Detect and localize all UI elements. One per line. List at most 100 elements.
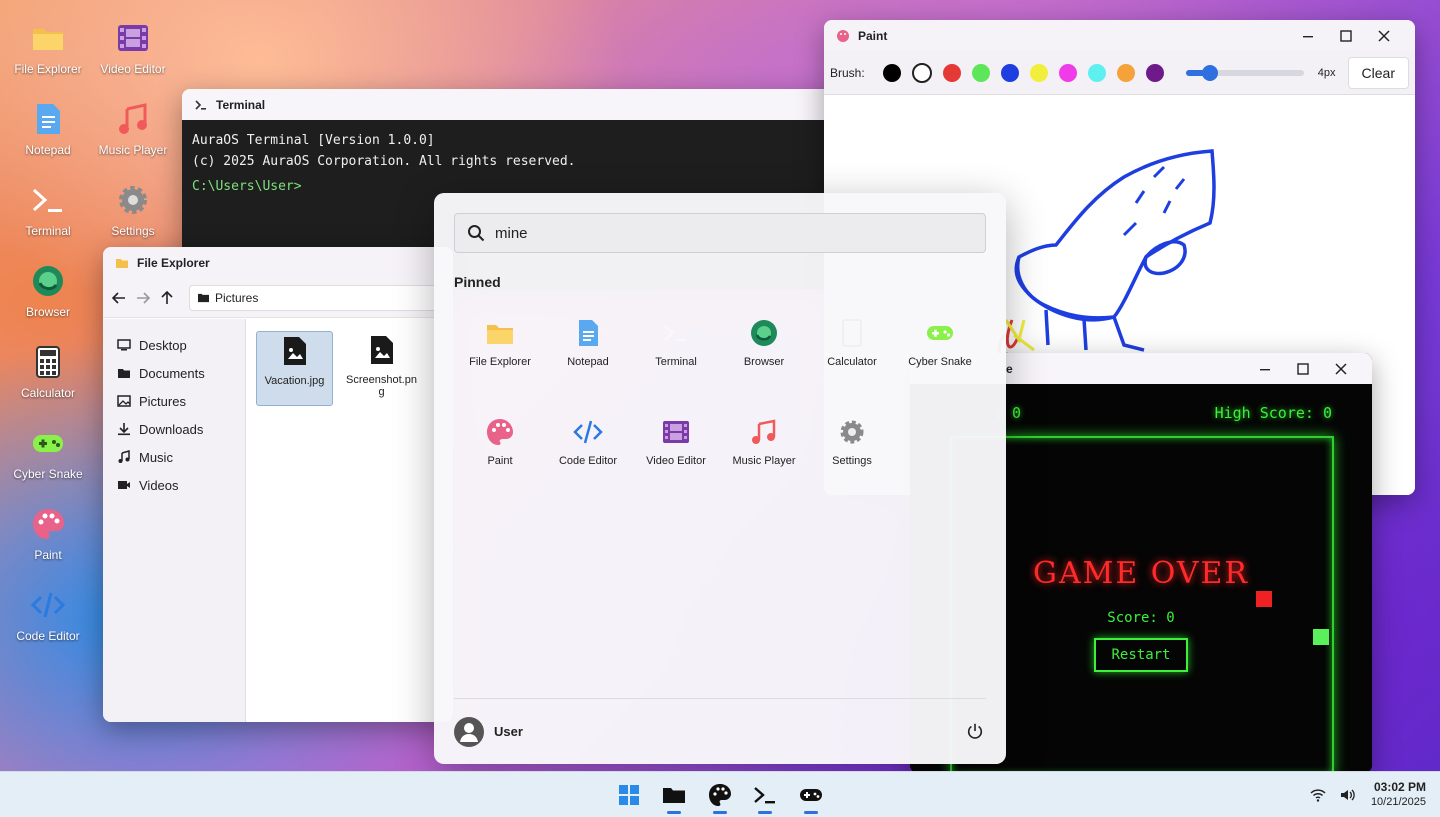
image-file-icon <box>370 336 393 364</box>
search-input[interactable]: mine <box>495 225 528 242</box>
terminal-icon <box>754 787 775 804</box>
slider-knob[interactable] <box>1201 64 1218 81</box>
sidebar-item-pictures[interactable]: Pictures <box>103 387 245 415</box>
color-swatch[interactable] <box>1087 63 1106 82</box>
avatar[interactable] <box>454 716 484 747</box>
taskbar-cyber-snake[interactable] <box>798 782 824 814</box>
terminal-titlebar[interactable]: Terminal <box>182 89 882 120</box>
sidebar-item-music[interactable]: Music <box>103 443 245 471</box>
wifi-icon[interactable] <box>1310 787 1326 803</box>
color-swatch[interactable] <box>1116 63 1135 82</box>
color-swatch[interactable] <box>1058 63 1077 82</box>
color-swatch[interactable] <box>942 63 961 82</box>
taskbar-paint[interactable] <box>707 782 733 814</box>
minimize-button[interactable] <box>1246 353 1284 384</box>
color-swatch[interactable] <box>1000 63 1019 82</box>
desktop-icon-label: Video Editor <box>100 62 166 76</box>
close-button[interactable] <box>1365 20 1403 51</box>
brush-size-slider[interactable] <box>1185 64 1304 81</box>
desktop-icon-file-explorer[interactable]: File Explorer <box>2 18 94 76</box>
pinned-app-paint[interactable]: Paint <box>460 416 540 469</box>
power-button[interactable] <box>966 722 986 742</box>
palette-icon <box>836 29 850 43</box>
pinned-app-calculator[interactable]: Calculator <box>812 317 892 370</box>
desktop-icon-label: Music Player <box>98 143 168 157</box>
color-swatch[interactable] <box>1029 63 1048 82</box>
pinned-app-browser[interactable]: Browser <box>724 317 804 370</box>
pinned-app-cyber-snake[interactable]: Cyber Snake <box>900 317 980 370</box>
desktop-icon-music-player[interactable]: Music Player <box>87 99 179 157</box>
desktop-icon-code-editor[interactable]: Code Editor <box>2 585 94 643</box>
search-icon <box>468 225 485 242</box>
address-bar[interactable]: Pictures <box>189 284 445 311</box>
explorer-sidebar: Desktop Documents Pictures Downloads Mus… <box>103 319 246 722</box>
taskbar-file-explorer[interactable] <box>661 782 687 814</box>
desktop-icon-label: File Explorer <box>14 62 82 76</box>
start-search-box[interactable]: mine <box>454 213 986 253</box>
desktop-icon-settings[interactable]: Settings <box>87 180 179 238</box>
taskbar-terminal[interactable] <box>752 782 778 814</box>
close-button[interactable] <box>1322 353 1360 384</box>
desktop-icon-label: Terminal <box>25 224 71 238</box>
pinned-app-terminal[interactable]: Terminal <box>636 317 716 370</box>
forward-button[interactable] <box>135 290 151 306</box>
image-file-icon <box>283 337 306 365</box>
desktop-icon-cyber-snake[interactable]: Cyber Snake <box>2 423 94 481</box>
up-button[interactable] <box>159 290 175 306</box>
minimize-icon <box>1303 35 1313 37</box>
maximize-button[interactable] <box>1284 353 1322 384</box>
desktop-icon-paint[interactable]: Paint <box>2 504 94 562</box>
back-button[interactable] <box>111 290 127 306</box>
desktop-icon-terminal[interactable]: Terminal <box>2 180 94 238</box>
folder-icon <box>118 369 130 378</box>
terminal-icon <box>660 317 692 349</box>
color-swatch[interactable] <box>882 63 901 82</box>
browser-icon <box>748 317 780 349</box>
calculator-icon <box>28 342 68 382</box>
start-button[interactable] <box>616 782 642 808</box>
desktop-icon-notepad[interactable]: Notepad <box>2 99 94 157</box>
active-indicator <box>667 811 681 814</box>
gamepad-icon <box>924 317 956 349</box>
sidebar-item-documents[interactable]: Documents <box>103 359 245 387</box>
terminal-icon <box>28 180 68 220</box>
desktop-icon-browser[interactable]: Browser <box>2 261 94 319</box>
sidebar-item-downloads[interactable]: Downloads <box>103 415 245 443</box>
volume-icon[interactable] <box>1339 787 1355 803</box>
file-explorer-window[interactable]: File Explorer Pictures Desktop Documents… <box>103 247 453 722</box>
file-item[interactable]: Vacation.jpg <box>256 331 333 406</box>
pinned-app-settings[interactable]: Settings <box>812 416 892 469</box>
maximize-button[interactable] <box>1327 20 1365 51</box>
pinned-app-file-explorer[interactable]: File Explorer <box>460 317 540 370</box>
desktop-icon-video-editor[interactable]: Video Editor <box>87 18 179 76</box>
clear-button[interactable]: Clear <box>1347 56 1409 89</box>
app-label: Calculator <box>827 356 877 368</box>
pinned-app-music-player[interactable]: Music Player <box>724 416 804 469</box>
pinned-app-code-editor[interactable]: Code Editor <box>548 416 628 469</box>
start-menu: mine Pinned File Explorer Notepad Termin… <box>434 193 1006 764</box>
explorer-navbar: Pictures <box>103 278 453 318</box>
terminal-line: (c) 2025 AuraOS Corporation. All rights … <box>192 154 576 169</box>
restart-button[interactable]: Restart <box>1094 638 1188 672</box>
minimize-button[interactable] <box>1289 20 1327 51</box>
file-item[interactable]: Screenshot.png <box>343 331 420 406</box>
paint-titlebar[interactable]: Paint <box>824 20 1415 51</box>
app-label: Paint <box>487 455 513 467</box>
user-name[interactable]: User <box>494 724 523 739</box>
sidebar-item-desktop[interactable]: Desktop <box>103 331 245 359</box>
color-swatch[interactable] <box>911 62 932 83</box>
pinned-app-notepad[interactable]: Notepad <box>548 317 628 370</box>
desktop-icon-calculator[interactable]: Calculator <box>2 342 94 400</box>
pinned-app-video-editor[interactable]: Video Editor <box>636 416 716 469</box>
color-swatch[interactable] <box>1145 63 1164 82</box>
window-title: Paint <box>858 28 888 43</box>
clock[interactable]: 03:02 PM 10/21/2025 <box>1371 780 1426 810</box>
desktop-icon-label: Cyber Snake <box>13 467 83 481</box>
folder-icon <box>484 317 516 349</box>
snake-segment <box>1313 629 1329 645</box>
sidebar-item-videos[interactable]: Videos <box>103 471 245 499</box>
file-name: Vacation.jpg <box>264 375 325 387</box>
explorer-titlebar[interactable]: File Explorer <box>103 247 453 278</box>
color-swatch[interactable] <box>971 63 990 82</box>
notepad-icon <box>572 317 604 349</box>
